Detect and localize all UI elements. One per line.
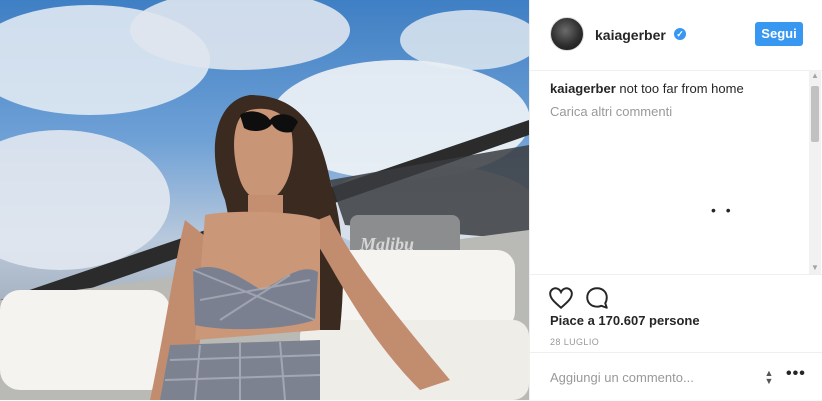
post-header: kaiagerber ✓ Segui xyxy=(530,0,822,71)
caption-username[interactable]: kaiagerber xyxy=(550,81,616,96)
scroll-up-arrow-icon[interactable]: ▲ xyxy=(809,70,821,82)
resize-arrows-icon[interactable]: ▲ ▼ xyxy=(762,369,776,386)
scroll-thumb[interactable] xyxy=(811,86,819,142)
load-more-comments-link[interactable]: Carica altri commenti xyxy=(550,103,802,121)
comments-scrollbar[interactable]: ▲ ▼ xyxy=(809,70,821,274)
post-photo-illustration: Malibu xyxy=(0,0,529,400)
follow-button[interactable]: Segui xyxy=(755,22,803,46)
username-link[interactable]: kaiagerber xyxy=(595,27,666,43)
comment-input[interactable] xyxy=(550,367,750,387)
comment-bubble-icon[interactable] xyxy=(584,285,610,311)
post-date[interactable]: 28 LUGLIO xyxy=(550,337,599,347)
verified-badge-icon: ✓ xyxy=(674,28,686,40)
post-photo[interactable]: Malibu xyxy=(0,0,529,400)
post-side-panel: kaiagerber ✓ Segui kaiagerber not too fa… xyxy=(530,0,822,400)
heart-icon[interactable] xyxy=(548,285,574,311)
comments-list: kaiagerber not too far from home Carica … xyxy=(550,80,802,270)
scroll-down-arrow-icon[interactable]: ▼ xyxy=(809,262,821,274)
caption: kaiagerber not too far from home xyxy=(550,80,802,98)
likes-count[interactable]: Piace a 170.607 persone xyxy=(550,313,700,328)
loading-indicator: • • xyxy=(711,202,734,218)
avatar[interactable] xyxy=(550,17,584,51)
add-comment-section: ▲▼ ••• xyxy=(530,352,822,401)
caption-text: not too far from home xyxy=(619,81,744,96)
ellipsis-icon[interactable]: ••• xyxy=(786,366,808,383)
post-actions: Piace a 170.607 persone 28 LUGLIO xyxy=(530,274,822,353)
